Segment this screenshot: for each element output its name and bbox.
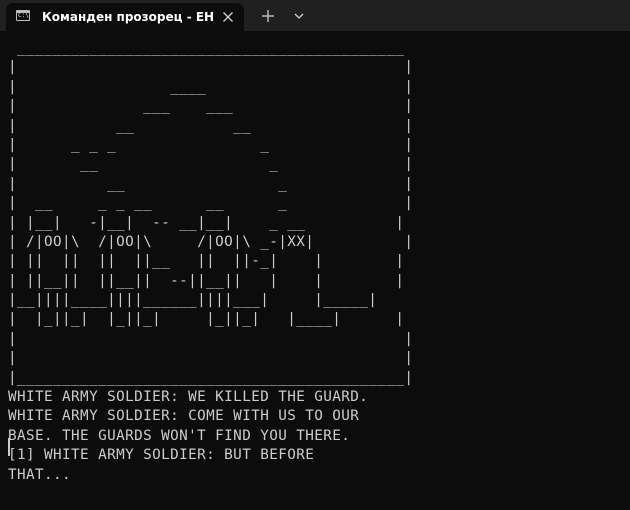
terminal-line: THAT... (8, 466, 72, 483)
terminal-line: |_______________________________________… (8, 369, 414, 386)
terminal-line: | ____ | (8, 78, 414, 95)
terminal-line: | __ _ | (8, 175, 414, 192)
chevron-down-icon[interactable] (288, 5, 310, 27)
text-cursor (8, 438, 10, 456)
plus-icon[interactable] (257, 5, 279, 27)
terminal-line: [1] WHITE ARMY SOLDIER: BUT BEFORE (8, 447, 315, 464)
terminal-line: BASE. THE GUARDS WON'T FIND YOU THERE. (8, 427, 351, 444)
terminal-line: WHITE ARMY SOLDIER: WE KILLED THE GUARD. (8, 389, 369, 406)
terminal-line: | __ __ | (8, 117, 414, 134)
terminal-app-icon: C:\ (16, 10, 30, 21)
terminal-line: | ___ ___ | (8, 98, 414, 115)
terminal-window: C:\ Команден прозорец - EHS-W __________… (0, 0, 630, 510)
close-icon[interactable] (218, 7, 238, 27)
terminal-line: | /|OO|\ /|OO|\ /|OO|\ _-|XX| | (8, 233, 414, 250)
terminal-line: | __ _ _ __ __ _ | (8, 195, 414, 212)
terminal-line: | | (8, 350, 414, 367)
terminal-line: | ||__|| ||__|| --||__|| | | | (8, 272, 405, 289)
tab-command-prompt[interactable]: C:\ Команден прозорец - EHS-W (6, 3, 244, 31)
terminal-line: | __ _ | (8, 156, 414, 173)
terminal-line: |__||||____||||______||||___| |_____| (8, 292, 378, 309)
terminal-line: | | (8, 330, 414, 347)
terminal-line: | || || || ||__ || ||-_| | | (8, 253, 405, 270)
terminal-line: | |__| -|__| -- __|__| _ __ | (8, 214, 405, 231)
title-bar: C:\ Команден прозорец - EHS-W (0, 0, 630, 31)
terminal-line: | _ _ _ _ | (8, 136, 414, 153)
tab-title: Команден прозорец - EHS-W (42, 10, 214, 24)
terminal-line: | | (8, 59, 414, 76)
terminal-line: ________________________________________… (8, 40, 405, 56)
terminal-line: | |_||_| |_||_| |_||_| |____| | (8, 311, 405, 328)
terminal-line: WHITE ARMY SOLDIER: COME WITH US TO OUR (8, 408, 360, 425)
terminal-output[interactable]: ________________________________________… (8, 39, 624, 504)
